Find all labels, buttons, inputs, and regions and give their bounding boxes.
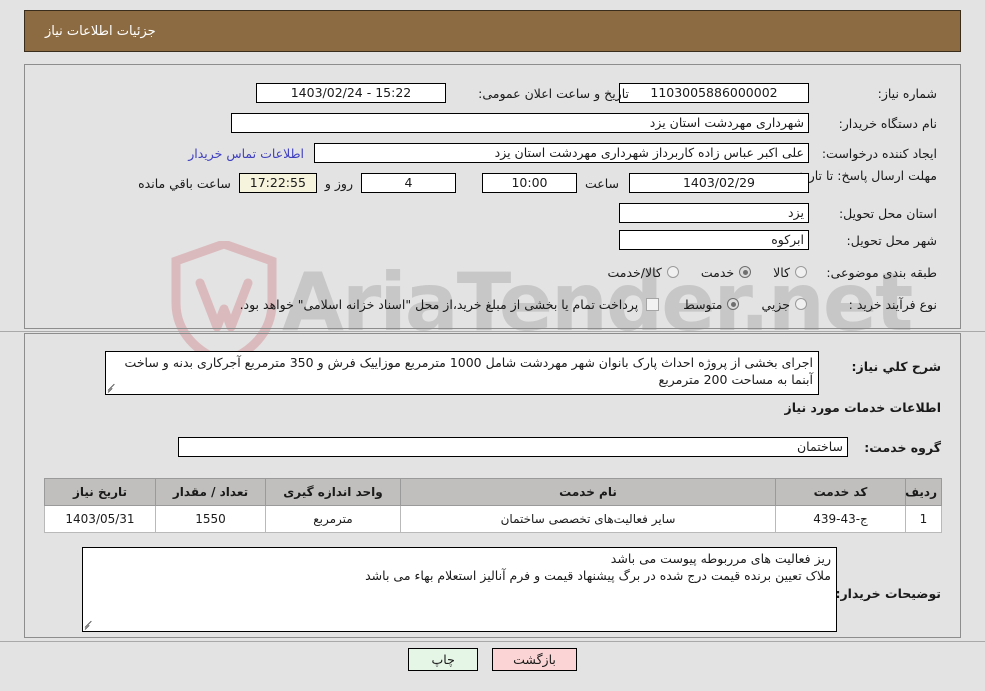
resize-grip-icon[interactable]	[85, 620, 95, 630]
cell-index: 1	[905, 505, 942, 533]
page-header: جزئیات اطلاعات نیاز	[24, 10, 961, 52]
cell-quantity: 1550	[155, 505, 266, 533]
description-textarea[interactable]: اجرای بخشی از پروژه احداث پارک بانوان شه…	[105, 351, 819, 395]
row-need-number: شماره نیاز: 1103005886000002	[619, 83, 937, 103]
radio-khedmat-icon[interactable]	[739, 266, 752, 278]
row-requester: ایجاد کننده درخواست: علی اکبر عباس زاده …	[188, 143, 937, 163]
process-option-jozii[interactable]: جزیي	[761, 297, 807, 312]
page-title: جزئیات اطلاعات نیاز	[45, 23, 156, 39]
process-option-motevaset[interactable]: متوسط	[683, 296, 740, 312]
buyer-notes-line-1: ریز فعالیت های مرربوطه پیوست می باشد	[610, 551, 831, 566]
countdown-suffix-label: ساعت باقي مانده	[138, 175, 231, 191]
column-header-code: کد خدمت	[775, 478, 906, 506]
tender-detail-page: AriaTender.net جزئیات اطلاعات نیاز شماره…	[0, 0, 985, 691]
category-option-kala[interactable]: کالا	[773, 265, 807, 280]
category-label: طبقه بندی موضوعی:	[826, 264, 937, 280]
service-group-label: گروه خدمت:	[864, 439, 941, 455]
radio-kala-icon[interactable]	[795, 266, 807, 278]
column-header-need-date: تاریخ نیاز	[44, 478, 156, 506]
cell-unit: مترمربع	[265, 505, 401, 533]
category-option-kala-khedmat[interactable]: کالا/خدمت	[607, 264, 679, 280]
category-option-label-0: کالا	[773, 264, 790, 280]
table-header-row: ردیف کد خدمت نام خدمت واحد اندازه گیری ت…	[44, 478, 942, 506]
cell-code: ج-43-439	[775, 505, 906, 533]
description-label-wrap: شرح کلي نیاز:	[852, 356, 941, 375]
deadline-date-value: 1403/02/29	[629, 173, 809, 193]
city-value: ابرکوه	[619, 230, 809, 250]
cell-need-date: 1403/05/31	[44, 505, 156, 533]
services-table: ردیف کد خدمت نام خدمت واحد اندازه گیری ت…	[44, 478, 942, 533]
print-button[interactable]: چاپ	[408, 648, 479, 671]
row-service-group: گروه خدمت: ساختمان	[178, 437, 941, 457]
row-city: شهر محل تحویل: ابرکوه	[619, 230, 937, 250]
row-buyer-org: نام دستگاه خریدار: شهرداری مهردشت استان …	[231, 113, 937, 133]
category-option-label-1: خدمت	[700, 264, 735, 280]
buyer-notes-label: توضیحات خریدار:	[835, 586, 941, 601]
action-button-bar: بازگشت چاپ	[0, 648, 985, 671]
category-option-khedmat[interactable]: خدمت	[700, 264, 752, 280]
section-divider	[0, 331, 985, 332]
cell-name: سایر فعالیت‌های تخصصی ساختمان	[400, 505, 776, 533]
radio-jozii-icon[interactable]	[795, 298, 807, 310]
province-value: یزد	[619, 203, 809, 223]
row-category: طبقه بندی موضوعی: کالا خدمت کالا/خدمت	[607, 262, 937, 282]
footer-divider	[0, 641, 985, 642]
requester-label: ایجاد کننده درخواست:	[821, 145, 937, 161]
need-number-label: شماره نیاز:	[877, 85, 937, 101]
announce-datetime-value: 15:22 - 1403/02/24	[256, 83, 446, 103]
process-option-label-1: متوسط	[683, 296, 723, 312]
back-button[interactable]: بازگشت	[492, 648, 577, 671]
row-deadline-values: 1403/02/29 ساعت 10:00 4 روز و 17:22:55 س…	[138, 173, 809, 193]
column-header-index: ردیف	[905, 478, 942, 506]
time-label: ساعت	[584, 175, 619, 191]
row-province: استان محل تحویل: یزد	[619, 203, 937, 223]
process-type-label: نوع فرآیند خرید :	[848, 296, 937, 312]
city-label: شهر محل تحویل:	[846, 232, 937, 248]
need-number-value: 1103005886000002	[619, 83, 809, 103]
deadline-label: مهلت ارسال پاسخ: تا تاریخ:	[792, 168, 937, 183]
treasury-note-label: پرداخت تمام یا بخشی از مبلغ خرید،از محل …	[239, 296, 639, 312]
category-option-label-2: کالا/خدمت	[607, 264, 662, 280]
resize-grip-icon[interactable]	[108, 383, 118, 393]
treasury-documents-checkbox[interactable]	[646, 297, 660, 311]
process-option-label-0: جزیي	[761, 296, 790, 312]
buyer-contact-link[interactable]: اطلاعات تماس خریدار	[188, 146, 304, 161]
buyer-notes-line-2: ملاک تعیین برنده قیمت درج شده در برگ پیش…	[365, 568, 831, 583]
buyer-org-label: نام دستگاه خریدار:	[838, 115, 937, 131]
announce-datetime-label: تاریخ و ساعت اعلان عمومی:	[478, 85, 629, 101]
column-header-unit: واحد اندازه گیری	[265, 478, 401, 506]
row-deadline-label: مهلت ارسال پاسخ: تا تاریخ:	[792, 168, 937, 202]
requester-value: علی اکبر عباس زاده کاربرداز شهرداری مهرد…	[314, 143, 809, 163]
radio-motevaset-icon[interactable]	[727, 298, 740, 310]
description-value: اجرای بخشی از پروژه احداث پارک بانوان شه…	[124, 355, 813, 387]
buyer-org-value: شهرداری مهردشت استان یزد	[231, 113, 809, 133]
buyer-notes-textarea[interactable]: ریز فعالیت های مرربوطه پیوست می باشد ملا…	[82, 547, 837, 632]
row-announce-datetime: تاریخ و ساعت اعلان عمومی: 15:22 - 1403/0…	[256, 83, 629, 103]
days-value: 4	[360, 173, 456, 193]
description-label: شرح کلي نیاز:	[851, 359, 941, 374]
time-value: 10:00	[481, 173, 577, 193]
column-header-name: نام خدمت	[400, 478, 776, 506]
row-process-type: نوع فرآیند خرید : جزیي متوسط پرداخت تمام…	[240, 294, 937, 314]
province-label: استان محل تحویل:	[838, 205, 937, 221]
services-heading: اطلاعات خدمات مورد نیاز	[784, 400, 942, 415]
countdown-value: 17:22:55	[238, 173, 317, 193]
days-suffix-label: روز و	[324, 175, 353, 191]
service-group-value: ساختمان	[178, 437, 848, 457]
radio-kala-khedmat-icon[interactable]	[666, 266, 679, 278]
buyer-notes-label-wrap: توضیحات خریدار:	[835, 583, 941, 602]
table-row: 1 ج-43-439 سایر فعالیت‌های تخصصی ساختمان…	[44, 505, 942, 533]
column-header-quantity: تعداد / مقدار	[155, 478, 266, 506]
